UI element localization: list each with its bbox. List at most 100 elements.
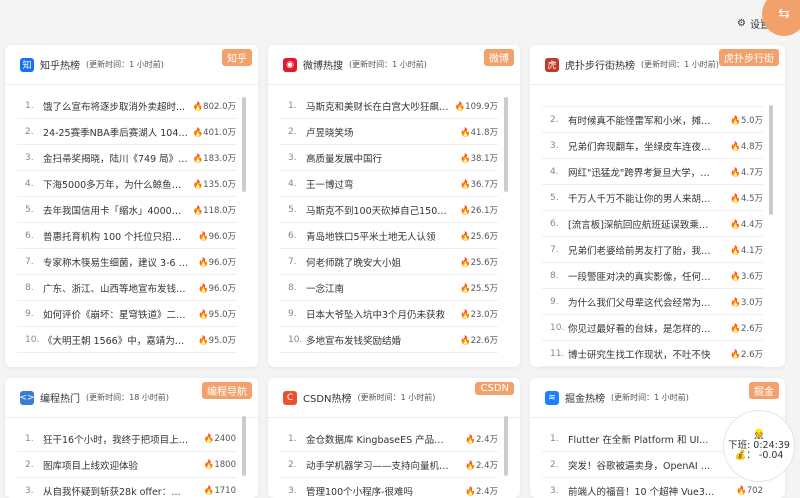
item-title[interactable]: 管理100个小程序-很难吗	[306, 484, 452, 498]
list-item[interactable]: 3. 前端人的福音！10 个超神 Vue3 实战... 🔥702	[542, 478, 763, 498]
card-title[interactable]: 掘金热榜	[565, 390, 605, 405]
item-title[interactable]: 如何评价《崩坏：星穹铁道》二周...	[43, 307, 190, 321]
card-title[interactable]: CSDN热榜	[303, 390, 352, 405]
scrollbar[interactable]	[242, 416, 246, 476]
item-title[interactable]: 网红"迅猛龙"跨界考复旦大学，公平...	[568, 165, 717, 179]
item-title[interactable]: 普惠托育机构 100 个托位只招到 17...	[43, 229, 190, 243]
hot-list[interactable]: 1. 金仓数据库 KingbaseES 产品深度优... 🔥2.4万 2. 动手…	[280, 422, 498, 498]
list-item[interactable]: 10. 《大明王朝 1566》中，嘉靖为什... 🔥95.0万	[17, 327, 236, 353]
list-item[interactable]: 8. 广东、浙江、山西等地宣布发钱奖... 🔥96.0万	[17, 275, 236, 301]
list-item[interactable]: 5. 去年我国信用卡「缩水」4000万... 🔥118.0万	[17, 197, 236, 223]
item-title[interactable]: 何老师跳了晚安大小姐	[306, 255, 452, 269]
item-title[interactable]: 千万人千万不能让你的男人来胡志明...	[568, 191, 717, 205]
scrollbar[interactable]	[242, 97, 246, 192]
hot-list[interactable]: 1. 马斯克和美财长在白宫大吵狂飙脏... 🔥109.9万 2. 卢昱晓笑场 🔥…	[280, 89, 498, 367]
item-title[interactable]: 图库项目上线欢迎体验	[43, 458, 190, 472]
item-title[interactable]: 高质量发展中国行	[306, 151, 452, 165]
item-title[interactable]: 为什么我们父母辈这代会经常为了一...	[568, 295, 717, 309]
source-badge[interactable]: 掘金	[749, 382, 779, 399]
list-item[interactable]: 9. 日本大爷坠入坑中3个月仍未获救 🔥23.0万	[280, 301, 498, 327]
list-item[interactable]: 2. 有时候真不能怪雷军和小米，摊上这... 🔥5.0万	[542, 107, 763, 133]
item-title[interactable]: 广东、浙江、山西等地宣布发钱奖...	[43, 281, 190, 295]
list-item[interactable]: 4. 下海5000多万年，为什么鲸鱼没... 🔥135.0万	[17, 171, 236, 197]
list-item[interactable]: 6. [流言板]深航回应航班延误致乘客被... 🔥4.4万	[542, 211, 763, 237]
item-title[interactable]: 兄弟们老婆给前男友打了胎，我刚知...	[568, 243, 717, 257]
list-item[interactable]: 9. 如何评价《崩坏：星穹铁道》二周... 🔥95.0万	[17, 301, 236, 327]
item-title[interactable]: 金扫帚奖揭晓，陆川《749 局》横...	[43, 151, 190, 165]
list-item[interactable]: 4. 网红"迅猛龙"跨界考复旦大学，公平... 🔥4.7万	[542, 159, 763, 185]
item-title[interactable]: 你见过最好看的台妹，是怎样的？可...	[568, 321, 717, 335]
list-item[interactable]: 3. 从自我怀疑到斩获28k offer：一个普... 🔥1710	[17, 478, 236, 498]
rank: 6.	[550, 218, 559, 229]
item-title[interactable]: 博士研究生找工作现状，不吐不快	[568, 347, 717, 361]
item-title[interactable]: 饿了么宣布将逐步取消外卖超时...	[43, 99, 190, 113]
list-item[interactable]: 7. 兄弟们老婆给前男友打了胎，我刚知... 🔥4.1万	[542, 237, 763, 263]
list-item[interactable]: 7. 何老师跳了晚安大小姐 🔥25.6万	[280, 249, 498, 275]
source-badge[interactable]: 虎扑步行街	[719, 49, 779, 66]
list-item[interactable]: 9. 为什么我们父母辈这代会经常为了一... 🔥3.0万	[542, 289, 763, 315]
list-item[interactable]: 6. 普惠托育机构 100 个托位只招到 17... 🔥96.0万	[17, 223, 236, 249]
list-item[interactable]: 8. 一段警匪对决的真实影像，任何电影... 🔥3.6万	[542, 263, 763, 289]
item-title[interactable]: 卢昱晓笑场	[306, 125, 452, 139]
list-item[interactable]: 2. 图库项目上线欢迎体验 🔥1800	[17, 452, 236, 478]
list-item[interactable]: 2. 卢昱晓笑场 🔥41.8万	[280, 119, 498, 145]
list-item[interactable]: 3. 金扫帚奖揭晓，陆川《749 局》横... 🔥183.0万	[17, 145, 236, 171]
item-title[interactable]: 前端人的福音！10 个超神 Vue3 实战...	[568, 484, 717, 498]
item-title[interactable]: 狂干16个小时，我终于把项目上线...	[43, 432, 190, 446]
item-title[interactable]: 下海5000多万年，为什么鲸鱼没...	[43, 177, 190, 191]
list-item[interactable]: 8. 一念江南 🔥25.5万	[280, 275, 498, 301]
list-item[interactable]: 1. 马斯克和美财长在白宫大吵狂飙脏... 🔥109.9万	[280, 93, 498, 119]
list-item[interactable]: 1. 金仓数据库 KingbaseES 产品深度优... 🔥2.4万	[280, 426, 498, 452]
list-item[interactable]: 11. 博士研究生找工作现状，不吐不快 🔥2.6万	[542, 341, 763, 367]
item-title[interactable]: 专家称木筷易生细菌，建议 3-6 个...	[43, 255, 190, 269]
item-title[interactable]: 马斯克不到100天砍掉自己1500亿...	[306, 203, 452, 217]
card-title[interactable]: 知乎热榜	[40, 57, 80, 72]
card-title[interactable]: 虎扑步行街热榜	[565, 57, 635, 72]
item-title[interactable]: 青岛地铁口5平米土地无人认领	[306, 229, 452, 243]
card-title[interactable]: 编程热门	[40, 390, 80, 405]
source-badge[interactable]: 编程导航	[202, 382, 252, 399]
item-title[interactable]: 从自我怀疑到斩获28k offer：一个普...	[43, 484, 190, 498]
list-item[interactable]: 5. 千万人千万不能让你的男人来胡志明... 🔥4.5万	[542, 185, 763, 211]
item-title[interactable]: 金仓数据库 KingbaseES 产品深度优...	[306, 432, 452, 446]
hot-list[interactable]: 1. 饿了么宣布将逐步取消外卖超时... 🔥802.0万 2. 24-25赛季N…	[17, 89, 236, 367]
item-title[interactable]: 兄弟们奔现翻车，坐绿皮车连夜跑路...	[568, 139, 717, 153]
item-title[interactable]: 有时候真不能怪雷军和小米，摊上这...	[568, 113, 717, 127]
item-title[interactable]: 《大明王朝 1566》中，嘉靖为什...	[43, 333, 190, 347]
list-item[interactable]: 7. 专家称木筷易生细菌，建议 3-6 个... 🔥96.0万	[17, 249, 236, 275]
list-item[interactable]: 4. 王一博过弯 🔥36.7万	[280, 171, 498, 197]
item-title[interactable]: [流言板]深航回应航班延误致乘客被...	[568, 217, 717, 231]
off-work-timer-widget[interactable]: 👷 下班: 0:24:39 💰： -0.04	[723, 410, 795, 482]
list-item[interactable]: 1. 饿了么宣布将逐步取消外卖超时... 🔥802.0万	[17, 93, 236, 119]
item-title[interactable]: Flutter 在全新 Platform 和 UI...	[568, 432, 717, 446]
list-item[interactable]: 5. 马斯克不到100天砍掉自己1500亿... 🔥26.1万	[280, 197, 498, 223]
item-title[interactable]: 多地宣布发钱奖励结婚	[306, 333, 452, 347]
item-title[interactable]: 突发！谷歌被逼卖身，OpenAI 趁机收...	[568, 458, 717, 472]
item-title[interactable]: 一念江南	[306, 281, 452, 295]
item-title[interactable]: 马斯克和美财长在白宫大吵狂飙脏...	[306, 99, 452, 113]
list-item[interactable]: 2. 动手学机器学习——支持向量机SVM... 🔥2.4万	[280, 452, 498, 478]
scrollbar[interactable]	[769, 105, 773, 215]
item-title[interactable]: 去年我国信用卡「缩水」4000万...	[43, 203, 190, 217]
list-item[interactable]: 3. 管理100个小程序-很难吗 🔥2.4万	[280, 478, 498, 498]
list-item[interactable]: 10. 你见过最好看的台妹，是怎样的？可... 🔥2.6万	[542, 315, 763, 341]
hot-list[interactable]: 1. 狂干16个小时，我终于把项目上线... 🔥2400 2. 图库项目上线欢迎…	[17, 422, 236, 498]
list-item[interactable]: 1. 狂干16个小时，我终于把项目上线... 🔥2400	[17, 426, 236, 452]
list-item[interactable]: 3. 高质量发展中国行 🔥38.1万	[280, 145, 498, 171]
hot-list[interactable]: 2. 有时候真不能怪雷军和小米，摊上这... 🔥5.0万 3. 兄弟们奔现翻车，…	[542, 89, 763, 367]
item-title[interactable]: 一段警匪对决的真实影像，任何电影...	[568, 269, 717, 283]
list-item[interactable]: 6. 青岛地铁口5平米土地无人认领 🔥25.6万	[280, 223, 498, 249]
card-title[interactable]: 微博热搜	[303, 57, 343, 72]
source-badge[interactable]: 知乎	[222, 49, 252, 66]
list-item[interactable]: 2. 24-25赛季NBA季后赛湖人 104:11... 🔥401.0万	[17, 119, 236, 145]
item-title[interactable]: 王一博过弯	[306, 177, 452, 191]
item-title[interactable]: 动手学机器学习——支持向量机SVM...	[306, 458, 452, 472]
list-item[interactable]: 3. 兄弟们奔现翻车，坐绿皮车连夜跑路... 🔥4.8万	[542, 133, 763, 159]
scrollbar[interactable]	[504, 416, 508, 476]
scrollbar[interactable]	[504, 97, 508, 192]
item-title[interactable]: 日本大爷坠入坑中3个月仍未获救	[306, 307, 452, 321]
item-title[interactable]: 24-25赛季NBA季后赛湖人 104:11...	[43, 125, 190, 139]
source-badge[interactable]: 微博	[484, 49, 514, 66]
list-item[interactable]: 10. 多地宣布发钱奖励结婚 🔥22.6万	[280, 327, 498, 353]
source-badge[interactable]: CSDN	[475, 382, 514, 395]
